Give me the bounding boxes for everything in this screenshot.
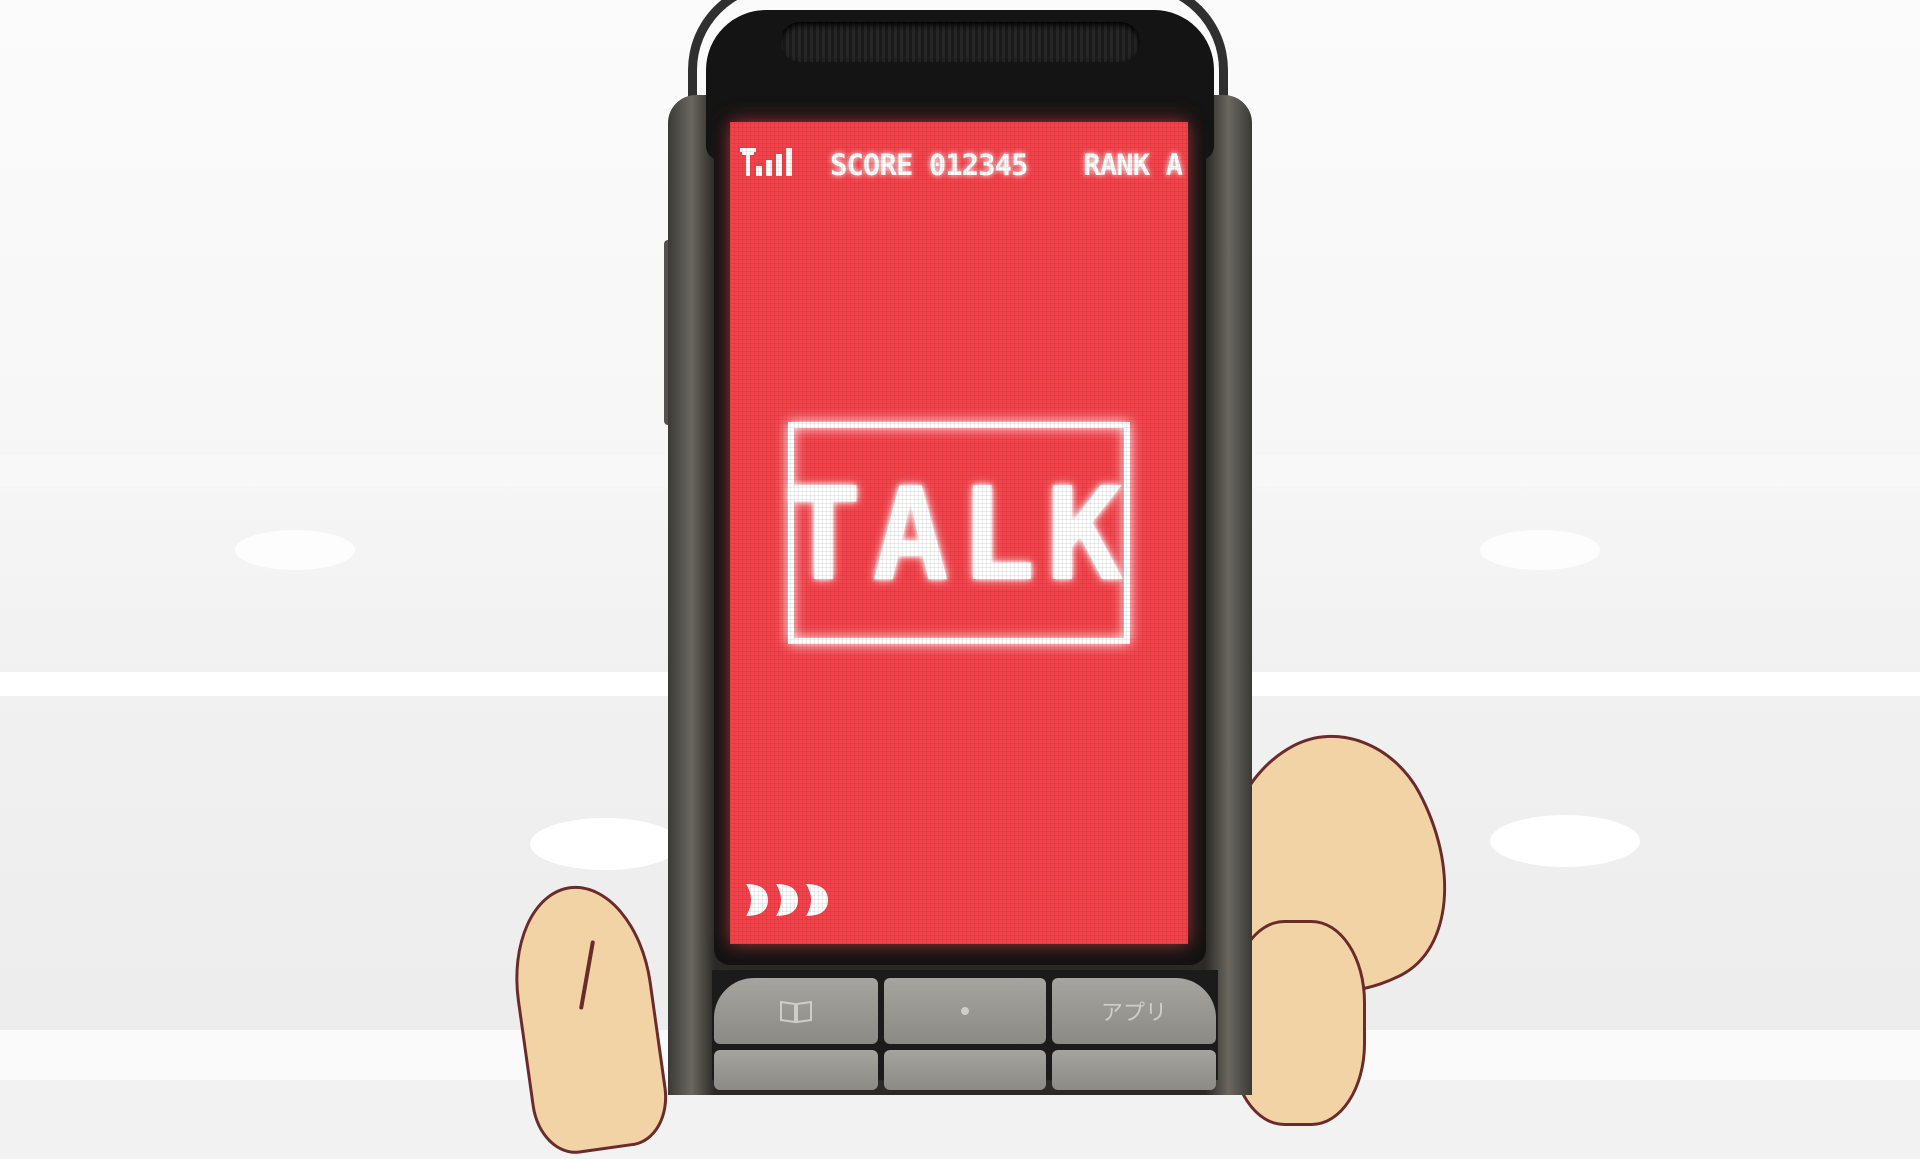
status-bar: SCORE 012345 RANK A xyxy=(730,142,1188,182)
keypad-key[interactable] xyxy=(1052,1050,1216,1090)
right-softkey-label: アプリ xyxy=(1100,1001,1167,1026)
arrow-icon xyxy=(806,884,828,916)
dot-icon xyxy=(961,1007,969,1015)
arrow-icon xyxy=(746,884,768,916)
talk-button[interactable]: TALK xyxy=(784,422,1134,644)
talk-label: TALK xyxy=(784,461,1134,610)
phone-screen: SCORE 012345 RANK A TALK xyxy=(730,122,1188,944)
background-light xyxy=(1480,530,1600,570)
phone-speaker xyxy=(780,22,1140,62)
arrow-icon xyxy=(776,884,798,916)
center-key[interactable] xyxy=(884,978,1046,1044)
rank-display: RANK A xyxy=(1083,148,1183,182)
right-softkey[interactable]: アプリ xyxy=(1052,978,1216,1044)
book-icon xyxy=(780,1000,812,1024)
background-light xyxy=(530,818,680,870)
score-display: SCORE 012345 xyxy=(830,148,1029,182)
signal-bars-icon xyxy=(740,148,792,176)
keypad-key[interactable] xyxy=(884,1050,1046,1090)
phone-keypad: アプリ xyxy=(712,970,1218,1090)
background-light xyxy=(1490,815,1640,867)
left-softkey[interactable] xyxy=(714,978,878,1044)
more-arrows-icon xyxy=(744,880,830,920)
keypad-key[interactable] xyxy=(714,1050,878,1090)
background-light xyxy=(235,530,355,570)
